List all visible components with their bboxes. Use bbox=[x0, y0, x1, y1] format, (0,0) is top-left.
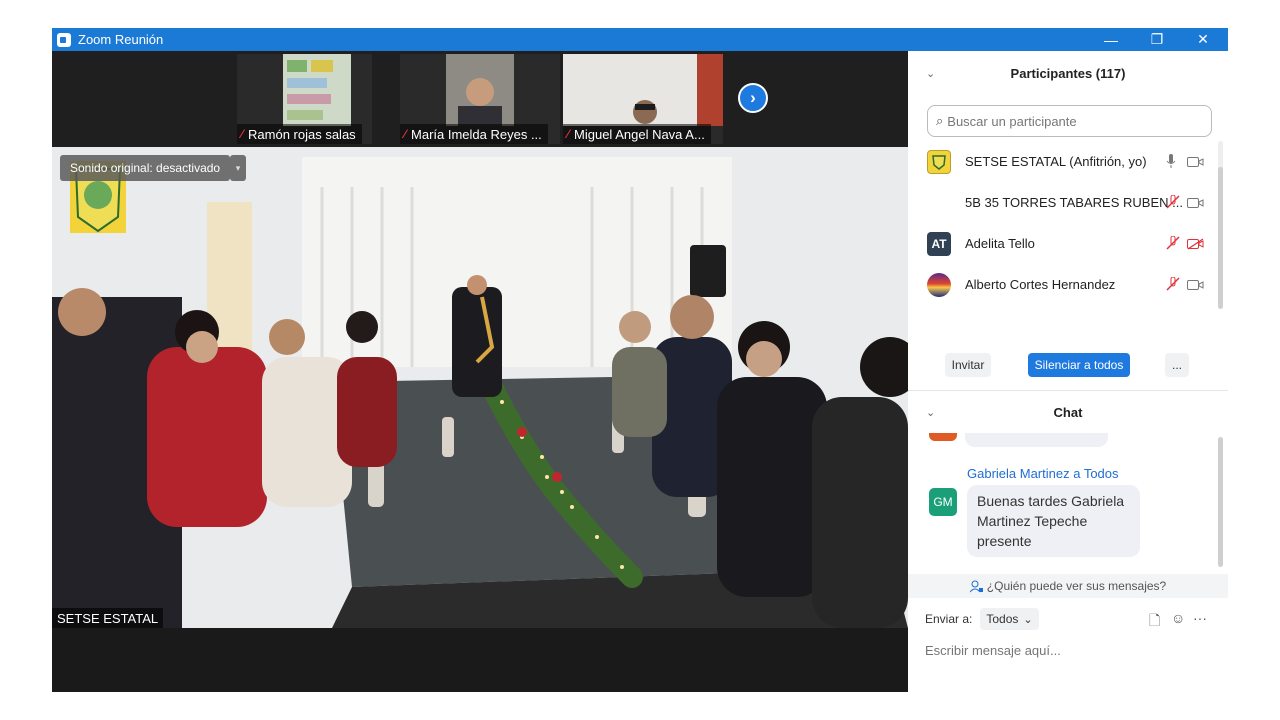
recipient-value: Todos bbox=[986, 612, 1019, 626]
mic-muted-icon[interactable] bbox=[1166, 277, 1180, 291]
send-to-row: Enviar a: Todos ⌄ bbox=[925, 608, 1039, 630]
more-icon[interactable]: ··· bbox=[1193, 610, 1207, 626]
participant-name: Alberto Cortes Hernandez bbox=[965, 277, 1116, 292]
meeting-room-image bbox=[52, 147, 908, 628]
participant-list: SETSE ESTATAL (Anfitrión, yo) 5B 35 TORR… bbox=[908, 141, 1228, 309]
who-can-see-link[interactable]: ¿Quién puede ver sus mensajes? bbox=[908, 574, 1228, 598]
participant-name: Miguel Angel Nava A... bbox=[574, 126, 705, 142]
chevron-right-icon: › bbox=[750, 88, 756, 107]
restore-button[interactable]: ❐ bbox=[1134, 28, 1180, 51]
thumbnail-strip: ⁄ Ramón rojas salas ⁄ María Imelda Reyes… bbox=[52, 51, 908, 147]
send-to-label: Enviar a: bbox=[925, 612, 973, 626]
participant-name: SETSE ESTATAL (Anfitrión, yo) bbox=[965, 154, 1147, 169]
collapse-participants-icon[interactable]: ⌄ bbox=[926, 67, 935, 80]
participants-header: ⌄ Participantes (117) bbox=[908, 61, 1228, 85]
video-area: ⁄ Ramón rojas salas ⁄ María Imelda Reyes… bbox=[52, 51, 908, 692]
mic-muted-icon: ⁄ bbox=[241, 127, 244, 141]
collapse-chat-icon[interactable]: ⌄ bbox=[926, 406, 935, 419]
emoji-icon[interactable]: ☺ bbox=[1171, 610, 1185, 626]
participant-name: Ramón rojas salas bbox=[248, 126, 356, 142]
participant-name: Adelita Tello bbox=[965, 236, 1035, 251]
thumbnail-video[interactable]: ⁄ Ramón rojas salas bbox=[237, 54, 372, 144]
avatar bbox=[927, 149, 951, 174]
participants-title: Participantes (117) bbox=[1010, 65, 1126, 81]
avatar: GM bbox=[929, 488, 957, 516]
side-panel: ⌄ Participantes (117) ⌕ Buscar un partic… bbox=[908, 51, 1228, 692]
camera-on-icon[interactable] bbox=[1187, 279, 1204, 291]
active-speaker-video[interactable]: Sonido original: desactivado ▾ SETSE EST… bbox=[52, 147, 908, 628]
recipient-dropdown[interactable]: Todos ⌄ bbox=[980, 608, 1039, 630]
setse-logo-icon bbox=[932, 154, 946, 170]
chat-message-input[interactable] bbox=[925, 639, 1215, 661]
previous-message-bubble bbox=[965, 433, 1108, 447]
original-sound-toggle[interactable]: Sonido original: desactivado bbox=[60, 155, 231, 181]
participant-row[interactable]: SETSE ESTATAL (Anfitrión, yo) bbox=[908, 141, 1218, 182]
mic-muted-icon[interactable] bbox=[1166, 195, 1180, 209]
zoom-app-icon bbox=[57, 32, 71, 47]
mute-all-button[interactable]: Silenciar a todos bbox=[1028, 353, 1130, 377]
participant-row[interactable]: Alberto Cortes Hernandez bbox=[908, 264, 1218, 305]
mic-muted-icon: ⁄ bbox=[404, 127, 407, 141]
close-button[interactable]: ✕ bbox=[1180, 28, 1226, 51]
thumbnail-video[interactable]: ⁄ Miguel Angel Nava A... bbox=[563, 54, 723, 144]
invite-button[interactable]: Invitar bbox=[945, 353, 991, 377]
participant-row[interactable]: 5B 35 TORRES TABARES RUBEN ... bbox=[908, 182, 1218, 223]
camera-off-icon[interactable] bbox=[1187, 238, 1204, 250]
people-lock-icon bbox=[969, 580, 983, 592]
mic-muted-icon: ⁄ bbox=[567, 127, 570, 141]
file-icon[interactable]: 🗋 bbox=[1149, 610, 1160, 634]
minimize-button[interactable]: — bbox=[1088, 28, 1134, 51]
thumbnail-label: ⁄ María Imelda Reyes ... bbox=[400, 124, 548, 144]
message-bubble: Buenas tardes Gabriela Martinez Tepeche … bbox=[967, 485, 1140, 557]
zoom-window: Zoom Reunión — ❐ ✕ ⁄ Ramón rojas salas ⁄… bbox=[52, 28, 1228, 692]
thumbnail-label: ⁄ Ramón rojas salas bbox=[237, 124, 362, 144]
section-divider bbox=[908, 390, 1228, 391]
camera-on-icon[interactable] bbox=[1187, 156, 1204, 168]
window-title: Zoom Reunión bbox=[78, 32, 164, 47]
chat-scrollbar[interactable] bbox=[1218, 437, 1223, 567]
who-can-see-text: ¿Quién puede ver sus mensajes? bbox=[986, 579, 1167, 593]
thumbnail-label: ⁄ Miguel Angel Nava A... bbox=[563, 124, 711, 144]
participant-name: 5B 35 TORRES TABARES RUBEN ... bbox=[965, 195, 1183, 210]
mic-on-icon[interactable] bbox=[1166, 154, 1176, 168]
mic-muted-icon[interactable] bbox=[1166, 236, 1180, 250]
thumbnail-video[interactable]: ⁄ María Imelda Reyes ... bbox=[400, 54, 560, 144]
avatar: AT bbox=[927, 231, 951, 256]
participants-scrollbar[interactable] bbox=[1218, 167, 1223, 309]
next-page-button[interactable]: › bbox=[738, 83, 768, 113]
search-icon: ⌕ bbox=[936, 113, 944, 128]
message-sender[interactable]: Gabriela Martinez a Todos bbox=[967, 466, 1119, 481]
chat-title: Chat bbox=[1053, 404, 1083, 420]
more-options-button[interactable]: ... bbox=[1165, 353, 1189, 377]
title-bar: Zoom Reunión — ❐ ✕ bbox=[52, 28, 1228, 51]
avatar bbox=[927, 272, 951, 297]
chat-messages: Gabriela Martinez a Todos GM Buenas tard… bbox=[908, 433, 1228, 573]
participant-name: María Imelda Reyes ... bbox=[411, 126, 542, 142]
original-sound-dropdown[interactable]: ▾ bbox=[230, 155, 246, 181]
chevron-down-icon: ⌄ bbox=[1023, 613, 1033, 626]
search-placeholder: Buscar un participante bbox=[947, 113, 1077, 129]
previous-avatar bbox=[929, 433, 957, 441]
participant-row[interactable]: AT Adelita Tello bbox=[908, 223, 1218, 264]
camera-on-icon[interactable] bbox=[1187, 197, 1204, 209]
speaker-name-label: SETSE ESTATAL bbox=[52, 608, 164, 628]
participant-search-input[interactable]: ⌕ Buscar un participante bbox=[927, 105, 1212, 137]
chat-header: ⌄ Chat bbox=[908, 400, 1228, 424]
